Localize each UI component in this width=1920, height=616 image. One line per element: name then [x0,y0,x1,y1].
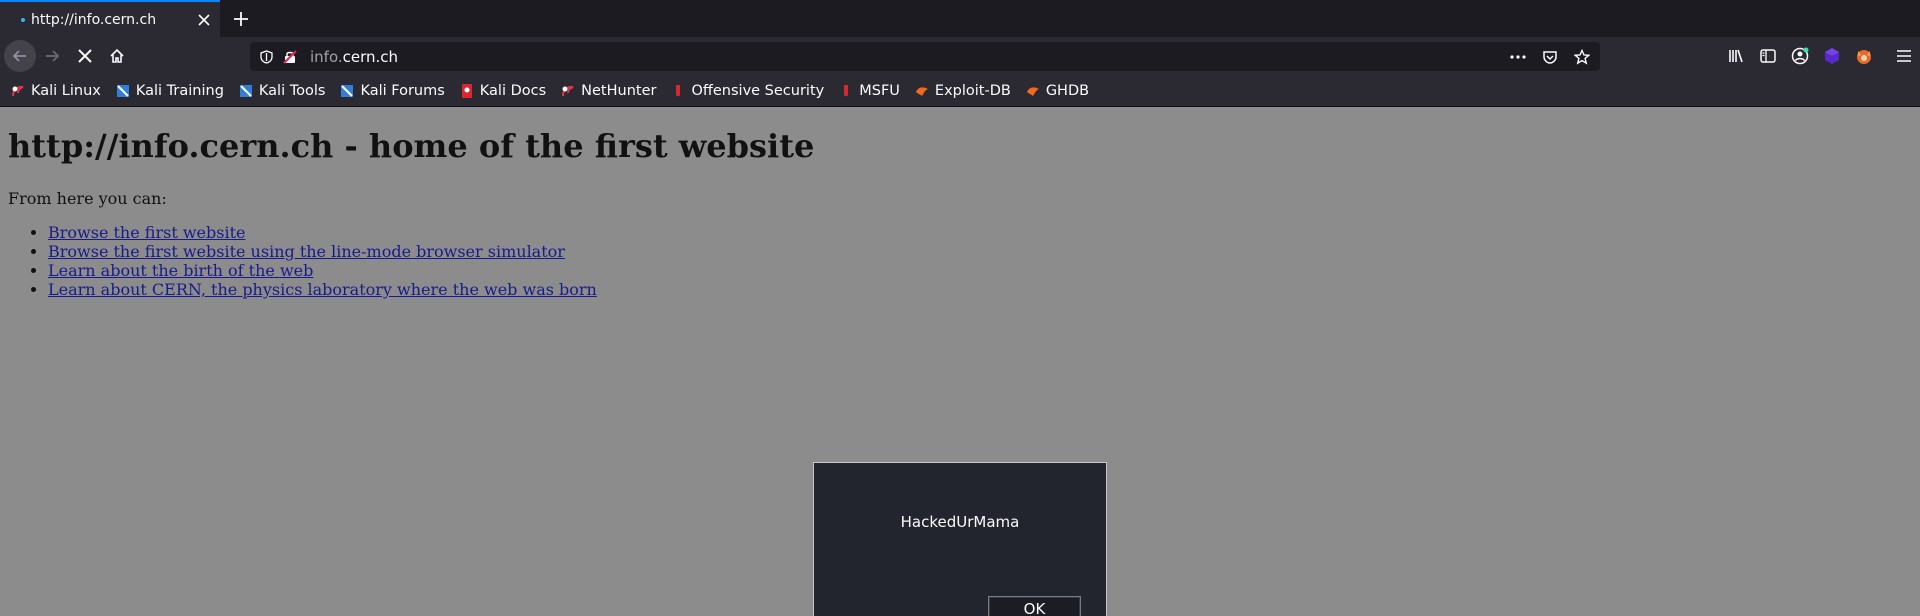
tab-strip: http://info.cern.ch [0,0,1920,37]
link-birth-of-web[interactable]: Learn about the birth of the web [48,261,313,280]
list-item: Learn about the birth of the web [48,261,597,280]
forward-button[interactable] [36,40,68,72]
list-item: Browse the first website [48,223,597,242]
exploitdb-icon [914,83,930,99]
navigation-toolbar: info.cern.ch [0,37,1920,75]
link-about-cern[interactable]: Learn about CERN, the physics laboratory… [48,280,597,299]
account-icon [1791,47,1809,65]
alert-dialog: HackedUrMama OK [813,462,1107,616]
bookmark-label: Kali Tools [258,82,326,99]
alert-ok-button[interactable]: OK [988,596,1081,616]
bookmark-msfu[interactable]: MSFU [838,83,900,99]
home-button[interactable] [101,40,133,72]
ghdb-icon [1025,83,1041,99]
bookmark-kali-tools[interactable]: Kali Tools [238,82,326,99]
page-content: http://info.cern.ch - home of the first … [0,107,1920,616]
extension-cube-icon [1825,48,1839,64]
tab-title: http://info.cern.ch [31,11,157,28]
kali-forums-icon [339,83,355,99]
bookmark-label: Kali Docs [479,82,547,99]
page-link-list: Browse the first website Browse the firs… [48,223,597,299]
tab-loading-indicator [21,17,25,22]
kali-dragon-icon [10,83,26,99]
page-intro-text: From here you can: [8,189,167,208]
bookmark-label: GHDB [1045,82,1090,99]
back-button[interactable] [4,40,36,72]
library-icon [1729,49,1743,63]
msfu-icon [838,83,854,99]
bookmark-label: Kali Training [135,82,224,99]
list-item: Browse the first website using the line-… [48,242,597,261]
bookmark-label: NetHunter [581,82,657,99]
hamburger-menu-icon [1897,50,1911,62]
kali-docs-icon [459,83,475,99]
bookmark-nethunter[interactable]: NetHunter [560,83,656,99]
list-item: Learn about CERN, the physics laboratory… [48,280,597,299]
offsec-icon [670,83,686,99]
extension-fox-icon [1857,50,1871,64]
bookmarks-toolbar: Kali Linux Kali Training Kali Tools Kali Fo… [0,75,1920,107]
page-heading: http://info.cern.ch - home of the first … [8,127,815,165]
menu-button[interactable] [1888,40,1920,72]
bookmark-star-icon[interactable] [1570,45,1594,69]
home-icon [110,48,124,63]
stop-button[interactable] [69,40,101,72]
tab-active[interactable]: http://info.cern.ch [0,0,220,37]
bookmark-kali-training[interactable]: Kali Training [115,83,224,99]
bookmark-label: Exploit-DB [934,82,1011,99]
link-line-mode-simulator[interactable]: Browse the first website using the line-… [48,242,565,261]
alert-message: HackedUrMama [900,513,1020,531]
bookmark-kali-linux[interactable]: Kali Linux [10,83,101,99]
insecure-lock-icon[interactable] [282,49,298,65]
bookmark-kali-forums[interactable]: Kali Forums [339,82,445,99]
url-subdomain: info. [310,47,343,66]
kali-training-icon [115,83,131,99]
new-tab-button[interactable] [228,6,254,32]
bookmark-label: Offensive Security [691,82,825,99]
url-actions [1506,42,1594,71]
bookmark-label: MSFU [859,82,900,99]
stop-x-icon [78,49,92,63]
close-tab-icon[interactable] [192,8,216,32]
forward-arrow-icon [46,50,60,62]
library-button[interactable] [1720,40,1752,72]
url-bar[interactable]: info.cern.ch [250,42,1600,71]
tracking-shield-icon[interactable] [258,49,274,65]
url-domain: cern.ch [342,47,399,66]
nethunter-icon [560,83,576,99]
bookmark-ghdb[interactable]: GHDB [1025,83,1089,99]
sidebar-button[interactable] [1752,40,1784,72]
pocket-icon[interactable] [1538,45,1562,69]
bookmark-label: Kali Forums [360,82,445,99]
bookmark-offensive-security[interactable]: Offensive Security [670,83,824,99]
page-actions-icon[interactable] [1506,45,1530,69]
bookmark-exploit-db[interactable]: Exploit-DB [914,83,1011,99]
bookmark-label: Kali Linux [31,82,101,99]
extension-button[interactable] [1816,40,1848,72]
toolbar-right [1720,37,1920,75]
kali-tools-icon [238,83,254,99]
extension-fox-button[interactable] [1848,40,1880,72]
back-arrow-icon [12,50,26,62]
account-button[interactable] [1784,40,1816,72]
bookmark-kali-docs[interactable]: Kali Docs [459,83,546,99]
sidebar-icon [1760,49,1776,63]
url-text: info.cern.ch [310,48,398,66]
link-browse-first-website[interactable]: Browse the first website [48,223,245,242]
